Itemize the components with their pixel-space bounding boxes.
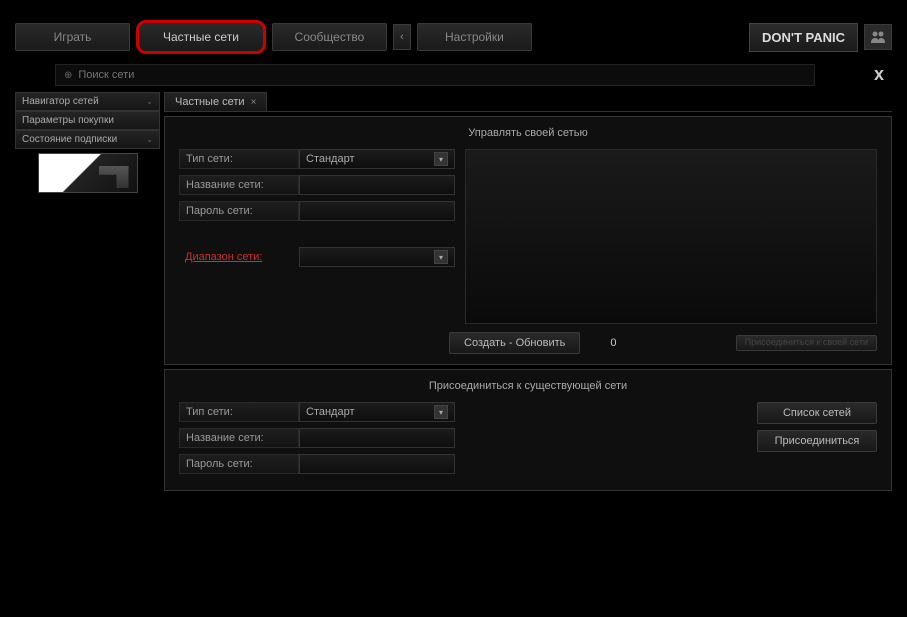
input-net-pass[interactable] <box>299 201 455 221</box>
users-icon[interactable] <box>864 24 892 50</box>
people-icon <box>870 30 886 44</box>
net-list-button[interactable]: Список сетей <box>757 402 877 424</box>
tab-close-icon[interactable]: × <box>251 97 257 108</box>
label-join-net-pass: Пароль сети: <box>179 454 299 474</box>
search-icon: ⊕ <box>64 70 72 81</box>
chevron-left-icon: ‹ <box>400 31 404 43</box>
sidebar-logo <box>38 153 138 193</box>
tab-private-nets[interactable]: Частные сети × <box>164 92 267 111</box>
member-count: 0 <box>590 337 636 349</box>
sidebar-item-purchase[interactable]: Параметры покупки <box>15 111 160 130</box>
nav-community[interactable]: Сообщество <box>272 23 387 51</box>
input-net-name[interactable] <box>299 175 455 195</box>
nav-private-nets[interactable]: Частные сети <box>136 20 266 54</box>
input-join-net-name[interactable] <box>299 428 455 448</box>
panel-manage: Управлять своей сетью Тип сети: Стандарт… <box>164 116 892 365</box>
dropdown-icon: ▾ <box>434 152 448 166</box>
search-bar[interactable]: ⊕ <box>55 64 815 86</box>
label-net-type: Тип сети: <box>179 149 299 169</box>
select-value: Стандарт <box>306 153 355 165</box>
panel-join: Присоединиться к существующей сети Тип с… <box>164 369 892 491</box>
select-net-type[interactable]: Стандарт ▾ <box>299 149 455 169</box>
brand-button[interactable]: DON'T PANIC <box>749 23 858 52</box>
chevron-down-icon: ⌄ <box>146 97 153 106</box>
preview-area <box>465 149 877 324</box>
select-join-net-type[interactable]: Стандарт ▾ <box>299 402 455 422</box>
search-input[interactable] <box>78 69 806 81</box>
input-join-net-pass[interactable] <box>299 454 455 474</box>
nav-collapse-left[interactable]: ‹ <box>393 24 411 50</box>
select-value: Стандарт <box>306 406 355 418</box>
sidebar-item-label: Навигатор сетей <box>22 96 99 107</box>
sidebar-item-label: Состояние подписки <box>22 134 117 145</box>
label-join-net-name: Название сети: <box>179 428 299 448</box>
join-own-button: Присоединиться к своей сети <box>736 335 877 351</box>
sidebar-item-navigator[interactable]: Навигатор сетей ⌄ <box>15 92 160 111</box>
nav-settings[interactable]: Настройки <box>417 23 532 51</box>
label-net-name: Название сети: <box>179 175 299 195</box>
nav-play[interactable]: Играть <box>15 23 130 51</box>
dropdown-icon: ▾ <box>434 405 448 419</box>
sidebar-item-subscription[interactable]: Состояние подписки ⌄ <box>15 130 160 149</box>
join-button[interactable]: Присоединиться <box>757 430 877 452</box>
sidebar-item-label: Параметры покупки <box>22 115 114 126</box>
label-join-net-type: Тип сети: <box>179 402 299 422</box>
label-net-pass: Пароль сети: <box>179 201 299 221</box>
tab-label: Частные сети <box>175 96 245 108</box>
create-update-button[interactable]: Создать - Обновить <box>449 332 580 354</box>
chevron-down-icon: ⌄ <box>146 135 153 144</box>
label-net-range[interactable]: Диапазон сети: <box>179 248 299 266</box>
select-net-range[interactable]: ▾ <box>299 247 455 267</box>
dropdown-icon: ▾ <box>434 250 448 264</box>
close-button[interactable]: x <box>866 64 892 85</box>
panel-join-title: Присоединиться к существующей сети <box>179 380 877 392</box>
panel-manage-title: Управлять своей сетью <box>179 127 877 139</box>
